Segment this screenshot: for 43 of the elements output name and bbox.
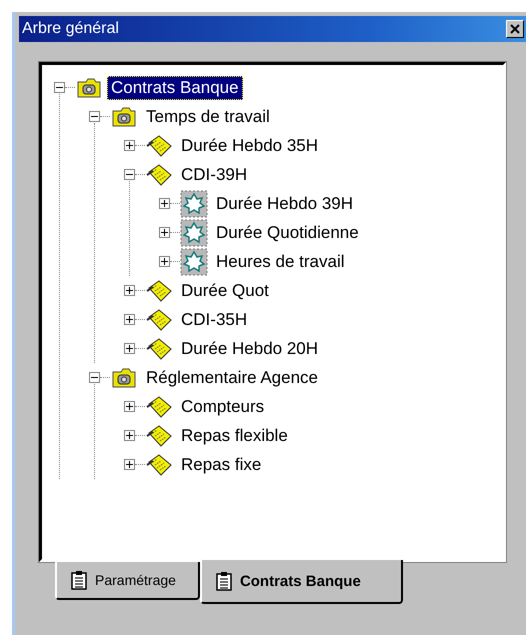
notepad-icon xyxy=(145,336,173,360)
collapse-toggle[interactable] xyxy=(89,372,100,383)
close-button[interactable] xyxy=(506,20,524,38)
tree-item[interactable]: Compteurs xyxy=(177,394,268,418)
tree-item[interactable]: Durée Hebdo 39H xyxy=(212,192,358,216)
notepad-icon xyxy=(145,278,173,302)
expand-toggle[interactable] xyxy=(124,401,135,412)
notepad-icon xyxy=(145,394,173,418)
tree-item[interactable]: Temps de travail xyxy=(142,104,274,128)
notepad-icon xyxy=(145,308,173,332)
tree-item[interactable]: Durée Quotidienne xyxy=(212,220,363,244)
expand-toggle[interactable] xyxy=(124,140,135,151)
expand-toggle[interactable] xyxy=(124,285,135,296)
tree-item[interactable]: Réglementaire Agence xyxy=(142,366,322,390)
close-icon xyxy=(510,24,520,34)
tree-item[interactable]: Durée Hebdo 20H xyxy=(177,336,322,360)
tree-item[interactable]: Contrats Banque xyxy=(107,76,243,100)
expand-toggle[interactable] xyxy=(159,227,170,238)
notepad-icon xyxy=(145,452,173,476)
expand-toggle[interactable] xyxy=(159,256,170,267)
tree-item[interactable]: CDI-39H xyxy=(177,162,252,186)
expand-toggle[interactable] xyxy=(159,198,170,209)
collapse-toggle[interactable] xyxy=(89,111,100,122)
window-title: Arbre général xyxy=(22,20,119,38)
tree-item[interactable]: Durée Hebdo 35H xyxy=(177,134,322,158)
tab[interactable]: Contrats Banque xyxy=(200,560,403,604)
notepad-icon xyxy=(145,162,173,186)
expand-toggle[interactable] xyxy=(124,314,135,325)
clipboard-icon xyxy=(71,570,87,590)
expand-toggle[interactable] xyxy=(124,459,135,470)
tree-item[interactable]: Durée Quot xyxy=(177,278,273,302)
tab[interactable]: Paramétrage xyxy=(55,562,200,600)
expand-toggle[interactable] xyxy=(124,343,135,354)
tree-item[interactable]: Repas flexible xyxy=(177,424,292,448)
collapse-toggle[interactable] xyxy=(54,82,65,93)
tree-item[interactable]: CDI-35H xyxy=(177,308,252,332)
tree-item[interactable]: Repas fixe xyxy=(177,452,266,476)
clipboard-icon xyxy=(216,571,232,591)
tree-item[interactable]: Heures de travail xyxy=(212,250,349,274)
expand-toggle[interactable] xyxy=(124,430,135,441)
collapse-toggle[interactable] xyxy=(124,169,135,180)
notepad-icon xyxy=(145,134,173,158)
notepad-icon xyxy=(145,424,173,448)
